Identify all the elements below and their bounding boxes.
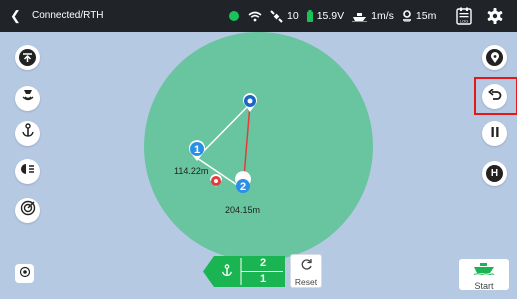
radar-icon <box>20 200 36 221</box>
radar-button[interactable] <box>15 198 40 223</box>
gear-icon[interactable] <box>486 7 504 25</box>
battery-voltage: 15.9V <box>316 10 345 22</box>
anchor-button[interactable] <box>15 121 40 146</box>
waypoint-2-distance: 204.15m <box>225 205 261 215</box>
waypoint-1-icon[interactable]: 1 <box>189 140 205 161</box>
connection-dot-icon <box>229 11 239 21</box>
telemetry-group: 10 15.9V 1m/s 15m <box>229 9 444 23</box>
sonar-icon <box>20 88 36 109</box>
pause-icon <box>490 125 500 143</box>
route-value-bottom[interactable]: 1 <box>241 273 285 285</box>
home-button[interactable]: H <box>482 161 507 186</box>
crosshair-icon <box>19 265 31 283</box>
light-button[interactable] <box>15 159 40 184</box>
refresh-icon <box>300 258 313 276</box>
status-bar: ❮ Connected/RTH 10 15.9V 1m/s 15m LOG <box>0 0 517 32</box>
connection-status-label: Connected/RTH <box>32 10 104 21</box>
reset-label: Reset <box>294 277 318 287</box>
back-icon[interactable]: ❮ <box>10 9 21 23</box>
sonar-button[interactable] <box>15 86 40 111</box>
boat-speed-icon <box>352 11 368 22</box>
highlight-box <box>474 77 517 115</box>
log-icon[interactable]: LOG <box>456 7 472 25</box>
light-icon <box>20 161 36 182</box>
locate-me-button[interactable] <box>15 264 34 283</box>
battery-icon <box>306 10 313 22</box>
waypoint-2-number: 2 <box>240 181 246 193</box>
route-selector[interactable]: 2 1 <box>203 256 285 287</box>
route-line-1 <box>196 103 251 159</box>
route-value-top[interactable]: 2 <box>241 257 285 269</box>
satellite-count: 10 <box>287 10 299 22</box>
start-point-marker-icon <box>210 174 222 187</box>
reset-button[interactable]: Reset <box>290 254 322 288</box>
location-pin-icon <box>486 49 503 66</box>
pause-button[interactable] <box>482 121 507 146</box>
up-arrow-button[interactable] <box>15 45 40 70</box>
start-label: Start <box>474 281 494 291</box>
boat-icon <box>473 262 495 280</box>
anchor-icon <box>20 123 36 144</box>
location-pin-button[interactable] <box>482 45 507 70</box>
start-button[interactable]: Start <box>459 259 509 291</box>
anchor-icon <box>220 264 234 283</box>
depth-value: 15m <box>415 10 437 22</box>
home-label: H <box>490 168 499 179</box>
boat-speed: 1m/s <box>371 10 394 22</box>
waypoint-2-icon[interactable]: 2 <box>235 171 252 193</box>
wifi-icon <box>248 11 262 22</box>
home-icon: H <box>486 165 503 182</box>
waypoint-1-distance: 114.22m <box>174 166 209 176</box>
satellite-icon <box>270 9 283 23</box>
waypoint-1-number: 1 <box>194 144 200 156</box>
depth-icon <box>402 10 412 22</box>
svg-text:LOG: LOG <box>460 19 468 24</box>
up-arrow-icon <box>19 49 36 66</box>
